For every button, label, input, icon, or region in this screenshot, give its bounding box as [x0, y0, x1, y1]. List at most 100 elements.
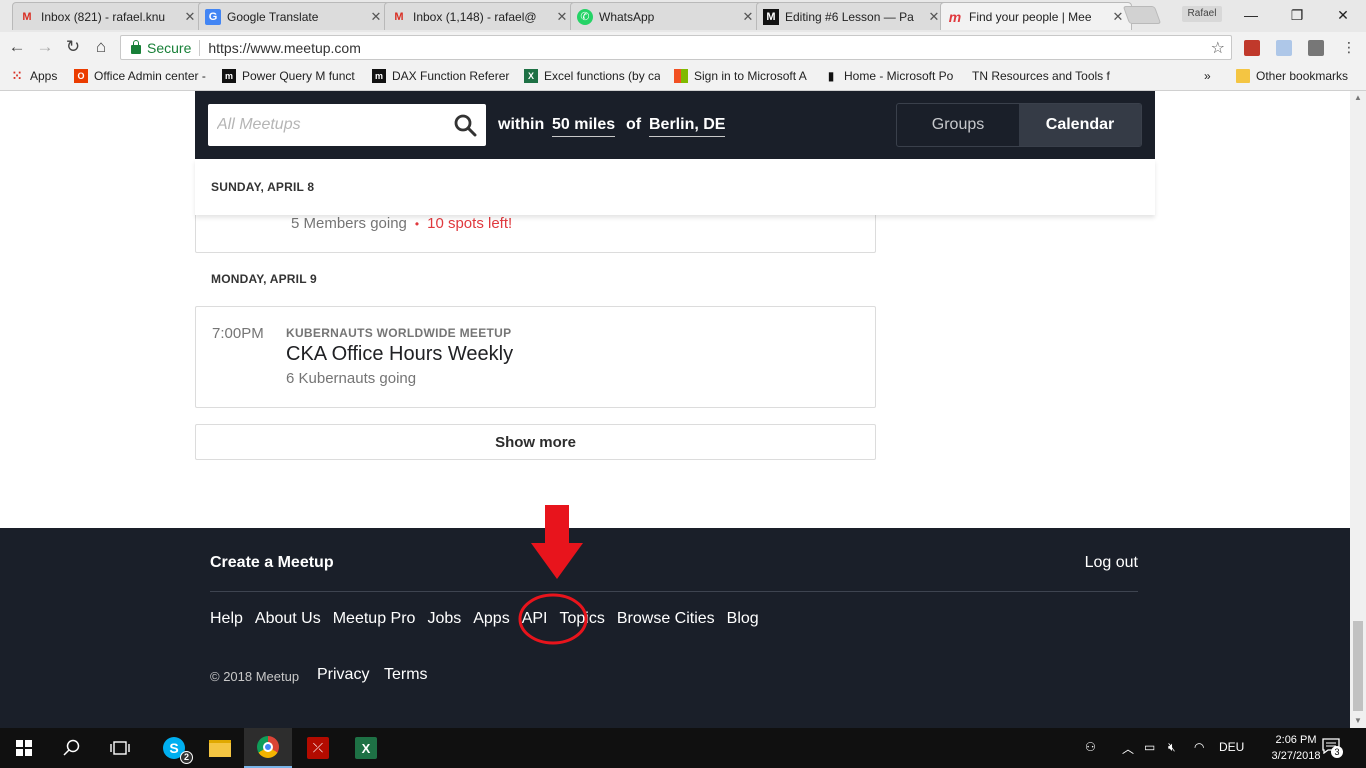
footer-link-api[interactable]: API	[522, 610, 548, 628]
scroll-up-arrow-icon[interactable]: ▲	[1350, 91, 1366, 105]
new-tab-button[interactable]	[1122, 6, 1162, 24]
date-heading: SUNDAY, APRIL 8	[211, 180, 315, 194]
search-icon[interactable]	[453, 113, 477, 137]
search-box[interactable]	[208, 104, 486, 146]
notifications-icon[interactable]: 3	[1322, 738, 1344, 758]
bookmark-power-query[interactable]: m Power Query M funct	[222, 69, 360, 83]
copyright-text: © 2018 Meetup	[210, 669, 300, 684]
volume-muted-icon[interactable]: 🔇︎	[1168, 740, 1176, 755]
reload-icon[interactable]: ↻	[62, 36, 84, 58]
logout-link[interactable]: Log out	[1085, 554, 1138, 572]
forward-arrow-icon[interactable]: →	[34, 36, 56, 58]
address-bar[interactable]: Secure https://www.meetup.com ☆	[120, 35, 1232, 60]
footer-link-jobs[interactable]: Jobs	[427, 610, 461, 628]
tab-medium-editing[interactable]: M Editing #6 Lesson — Pa ✕	[756, 2, 948, 30]
search-input[interactable]	[208, 104, 438, 146]
bookmark-star-icon[interactable]: ☆	[1211, 38, 1225, 58]
event-title[interactable]: CKA Office Hours Weekly	[286, 343, 513, 366]
bookmark-dax-function[interactable]: m DAX Function Referer	[372, 69, 510, 83]
footer-link-meetup-pro[interactable]: Meetup Pro	[333, 610, 416, 628]
calendar-view-button[interactable]: Calendar	[1019, 104, 1141, 146]
apps-grid-icon: ⁙	[11, 69, 23, 83]
location-dropdown[interactable]: Berlin, DE	[649, 116, 726, 137]
home-icon[interactable]: ⌂	[90, 36, 112, 58]
event-card[interactable]: 7:00PM KUBERNAUTS WORLDWIDE MEETUP CKA O…	[195, 306, 876, 408]
privacy-link[interactable]: Privacy	[317, 666, 369, 684]
bookmark-office-admin[interactable]: O Office Admin center -	[74, 69, 208, 83]
m-icon: m	[222, 69, 236, 83]
close-window-icon[interactable]: ✕	[1320, 0, 1366, 30]
event-time: 7:00PM	[212, 325, 264, 342]
event-group-name[interactable]: KUBERNAUTS WORLDWIDE MEETUP	[286, 326, 511, 340]
battery-icon[interactable]: ▭	[1144, 740, 1155, 754]
skype-badge: 2	[180, 751, 193, 764]
bookmark-apps[interactable]: ⁙ Apps	[10, 69, 57, 83]
minimize-icon[interactable]: —	[1228, 0, 1274, 30]
bookmark-label: Sign in to Microsoft A	[694, 69, 807, 83]
close-icon[interactable]: ✕	[741, 9, 755, 25]
bookmark-tn-resources[interactable]: TN Resources and Tools f	[972, 69, 1110, 83]
acrobat-icon[interactable]: ⤫	[294, 728, 342, 768]
search-icon[interactable]	[48, 728, 96, 768]
url-text[interactable]: https://www.meetup.com	[208, 40, 1210, 56]
tab-title: WhatsApp	[599, 9, 655, 24]
folder-icon	[1236, 69, 1250, 83]
create-meetup-link[interactable]: Create a Meetup	[210, 554, 334, 572]
within-label: within	[498, 116, 545, 133]
bookmark-sign-in-microsoft[interactable]: Sign in to Microsoft A	[674, 69, 812, 83]
footer-link-about-us[interactable]: About Us	[255, 610, 321, 628]
distance-dropdown[interactable]: 50 miles	[552, 116, 616, 137]
show-more-button[interactable]: Show more	[195, 424, 876, 460]
tab-meetup[interactable]: m Find your people | Mee ✕	[940, 2, 1132, 30]
bookmark-power-bi-home[interactable]: ▮ Home - Microsoft Po	[824, 69, 960, 83]
todoist-extension-icon[interactable]	[1244, 40, 1260, 56]
footer-link-topics[interactable]: Topics	[560, 610, 605, 628]
scroll-down-arrow-icon[interactable]: ▼	[1350, 714, 1366, 728]
restore-icon[interactable]: ❐	[1274, 0, 1320, 30]
footer-link-help[interactable]: Help	[210, 610, 243, 628]
footer-link-browse-cities[interactable]: Browse Cities	[617, 610, 715, 628]
wifi-icon[interactable]: ◠	[1194, 740, 1204, 754]
close-icon[interactable]: ✕	[183, 9, 197, 25]
taskbar-clock[interactable]: 2:06 PM 3/27/2018	[1268, 732, 1324, 764]
page-scrollbar[interactable]: ▲ ▼	[1350, 91, 1366, 728]
menu-kebab-icon[interactable]: ⋮	[1338, 36, 1360, 58]
tab-gmail-2[interactable]: M Inbox (1,148) - rafael@ ✕	[384, 2, 576, 30]
bookmarks-bar: ⁙ Apps O Office Admin center - m Power Q…	[0, 63, 1366, 91]
chevron-up-icon[interactable]: ︿	[1122, 740, 1134, 757]
task-view-icon[interactable]	[96, 728, 144, 768]
groups-view-button[interactable]: Groups	[897, 104, 1019, 146]
notification-count: 3	[1331, 746, 1343, 758]
extension-icon[interactable]	[1308, 40, 1324, 56]
tab-gmail-1[interactable]: M Inbox (821) - rafael.knu ✕	[12, 2, 204, 30]
people-icon[interactable]: ⚇	[1085, 740, 1096, 754]
file-explorer-icon[interactable]	[196, 728, 244, 768]
bookmark-label: TN Resources and Tools f	[972, 69, 1110, 83]
bookmark-other-bookmarks[interactable]: Other bookmarks	[1236, 69, 1348, 83]
excel-icon[interactable]: X	[342, 728, 390, 768]
close-icon[interactable]: ✕	[927, 9, 941, 25]
bookmark-label: Power Query M funct	[242, 69, 355, 83]
language-indicator[interactable]: DEU	[1219, 740, 1244, 754]
terms-link[interactable]: Terms	[384, 666, 428, 684]
close-icon[interactable]: ✕	[1111, 9, 1125, 25]
bookmark-excel-functions[interactable]: X Excel functions (by ca	[524, 69, 660, 83]
bar-chart-icon: ▮	[827, 69, 835, 83]
scrollbar-thumb[interactable]	[1353, 621, 1363, 711]
back-arrow-icon[interactable]: ←	[6, 36, 28, 58]
close-icon[interactable]: ✕	[555, 9, 569, 25]
chrome-icon[interactable]	[244, 728, 292, 768]
footer-link-blog[interactable]: Blog	[727, 610, 759, 628]
windows-start-icon[interactable]	[0, 728, 48, 768]
skype-icon[interactable]: S 2	[150, 728, 198, 768]
tab-google-translate[interactable]: G Google Translate ✕	[198, 2, 390, 30]
profile-button[interactable]: Rafael	[1182, 6, 1222, 22]
like-extension-icon[interactable]	[1276, 40, 1292, 56]
separator-dot: •	[414, 217, 420, 231]
close-icon[interactable]: ✕	[369, 9, 383, 25]
footer-link-apps[interactable]: Apps	[473, 610, 509, 628]
clock-time: 2:06 PM	[1275, 734, 1317, 746]
browser-toolbar: ← → ↻ ⌂ Secure https://www.meetup.com ☆ …	[0, 32, 1366, 63]
bookmarks-overflow-chevron[interactable]: »	[1204, 69, 1211, 83]
tab-whatsapp[interactable]: ✆ WhatsApp ✕	[570, 2, 762, 30]
